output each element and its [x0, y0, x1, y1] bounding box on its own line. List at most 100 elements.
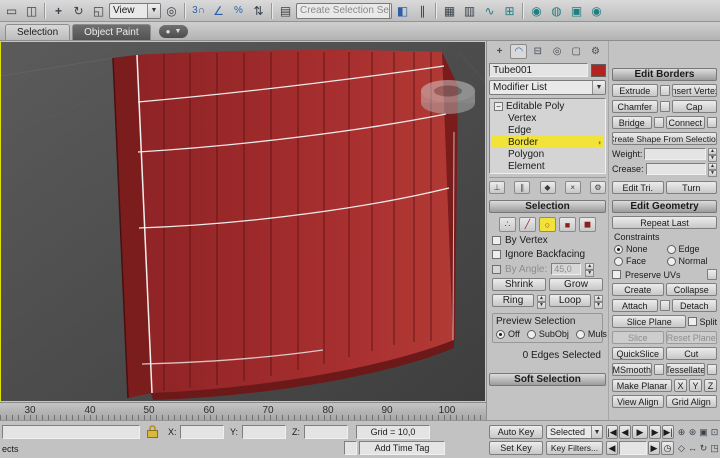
selection-rollout-header[interactable]: Selection: [489, 200, 606, 213]
object-color-swatch[interactable]: [591, 64, 606, 77]
tab-modify-icon[interactable]: ◠: [510, 44, 527, 59]
vertex-mode-icon[interactable]: ∴: [499, 217, 516, 232]
rectangular-selection-region-icon[interactable]: ▭: [2, 2, 21, 20]
previous-frame-button[interactable]: ◀: [619, 425, 631, 439]
edit-borders-rollout-header[interactable]: Edit Borders: [612, 68, 717, 81]
preview-muls-radio[interactable]: [576, 330, 585, 339]
tab-create-icon[interactable]: +: [491, 44, 508, 59]
frame-forward-button[interactable]: ▶: [648, 441, 660, 455]
configure-modifier-sets-button[interactable]: ⚙: [590, 181, 606, 194]
time-tag-icon[interactable]: [344, 441, 357, 455]
selection-set-dropdown[interactable]: Selected ▼: [546, 425, 603, 439]
tab-motion-icon[interactable]: ◎: [549, 44, 566, 59]
extrude-settings-button[interactable]: [660, 85, 670, 96]
modifier-list-caret[interactable]: ▼: [592, 81, 605, 94]
turn-button[interactable]: Turn: [666, 181, 718, 194]
select-and-move-icon[interactable]: +: [49, 2, 68, 20]
window-crossing-toggle-icon[interactable]: ◫: [22, 2, 41, 20]
show-end-result-button[interactable]: ∥: [514, 181, 530, 194]
planar-z-button[interactable]: Z: [704, 379, 717, 392]
tube-object[interactable]: [113, 50, 458, 400]
grid-align-button[interactable]: Grid Align: [666, 395, 718, 408]
selection-lock-toggle[interactable]: [146, 425, 159, 439]
ribbon-tab-selection[interactable]: Selection: [5, 24, 70, 40]
ignore-backfacing-checkbox[interactable]: [492, 250, 501, 259]
loop-button[interactable]: Loop: [549, 294, 591, 307]
select-and-scale-icon[interactable]: ◱: [89, 2, 108, 20]
key-filters-button[interactable]: Key Filters...: [546, 441, 603, 455]
track-bar[interactable]: 30 40 50 60 70 80 90 100: [0, 402, 486, 420]
pan-view-icon[interactable]: ↔: [687, 441, 698, 455]
ribbon-options-button[interactable]: ● ▼: [159, 25, 189, 38]
material-editor-icon[interactable]: ◉: [527, 2, 546, 20]
make-unique-button[interactable]: ◆: [540, 181, 556, 194]
graphite-ribbon-toggle-icon[interactable]: ▥: [460, 2, 479, 20]
stack-item-vertex[interactable]: Vertex: [491, 112, 604, 124]
stack-item-element[interactable]: Element: [491, 160, 604, 172]
planar-x-button[interactable]: X: [674, 379, 687, 392]
insert-vertex-button[interactable]: Insert Vertex: [672, 84, 718, 97]
reference-coordinate-caret[interactable]: ▼: [147, 4, 160, 18]
split-checkbox[interactable]: [688, 317, 697, 326]
stack-item-polygon[interactable]: Polygon: [491, 148, 604, 160]
ring-button[interactable]: Ring: [492, 294, 534, 307]
view-align-button[interactable]: View Align: [612, 395, 664, 408]
attach-settings-button[interactable]: [660, 300, 670, 311]
z-coord-field[interactable]: [304, 425, 348, 439]
preview-off-radio[interactable]: [496, 330, 505, 339]
x-coord-field[interactable]: [180, 425, 224, 439]
key-mode-toggle[interactable]: ◀: [606, 441, 618, 455]
tessellate-settings-button[interactable]: [707, 364, 717, 375]
detach-button[interactable]: Detach: [672, 299, 718, 312]
collapse-button[interactable]: Collapse: [666, 283, 718, 296]
by-vertex-checkbox[interactable]: [492, 236, 501, 245]
layer-manager-icon[interactable]: ▦: [440, 2, 459, 20]
zoom-extents-icon[interactable]: ▣: [698, 425, 709, 439]
extrude-button[interactable]: Extrude: [612, 84, 658, 97]
play-button[interactable]: ▶: [632, 425, 648, 439]
tab-display-icon[interactable]: ▢: [568, 44, 585, 59]
auto-key-button[interactable]: Auto Key: [489, 425, 543, 439]
shrink-button[interactable]: Shrink: [492, 278, 546, 291]
quickslice-button[interactable]: QuickSlice: [612, 347, 664, 360]
tab-utilities-icon[interactable]: ⚙: [587, 44, 604, 59]
edit-geometry-rollout-header[interactable]: Edit Geometry: [612, 200, 717, 213]
rendered-frame-window-icon[interactable]: ▣: [567, 2, 586, 20]
cut-button[interactable]: Cut: [666, 347, 718, 360]
reference-coordinate-dropdown[interactable]: View ▼: [109, 3, 161, 19]
by-angle-checkbox[interactable]: [492, 265, 501, 274]
edge-mode-icon[interactable]: ╱: [519, 217, 536, 232]
zoom-region-icon[interactable]: ⊡: [709, 425, 720, 439]
named-selection-set-caret[interactable]: ▼: [389, 4, 392, 18]
schematic-view-icon[interactable]: ⊞: [500, 2, 519, 20]
zoom-all-icon[interactable]: ⊛: [687, 425, 698, 439]
snap-toggle-icon[interactable]: 3∩: [189, 2, 208, 20]
loop-spinner[interactable]: ▲▼: [594, 295, 603, 307]
ribbon-tab-object-paint[interactable]: Object Paint: [72, 24, 150, 40]
msmooth-settings-button[interactable]: [654, 364, 664, 375]
msmooth-button[interactable]: MSmooth: [612, 363, 652, 376]
set-key-button[interactable]: Set Key: [489, 441, 543, 455]
preserve-uvs-checkbox[interactable]: [612, 270, 621, 279]
add-time-tag-button[interactable]: Add Time Tag: [359, 441, 445, 455]
connect-settings-button[interactable]: [707, 117, 717, 128]
go-to-end-button[interactable]: ▶|: [662, 425, 674, 439]
slice-plane-button[interactable]: Slice Plane: [612, 315, 686, 328]
maximize-viewport-toggle-icon[interactable]: ◳: [709, 441, 720, 455]
next-frame-button[interactable]: ▶: [649, 425, 661, 439]
constraint-normal-radio[interactable]: [667, 257, 676, 266]
crease-field[interactable]: [646, 163, 706, 175]
render-setup-icon[interactable]: ◍: [547, 2, 566, 20]
grow-button[interactable]: Grow: [549, 278, 603, 291]
slice-button[interactable]: Slice: [612, 331, 664, 344]
edit-tri-button[interactable]: Edit Tri.: [612, 181, 664, 194]
field-of-view-icon[interactable]: ◇: [676, 441, 687, 455]
curve-editor-icon[interactable]: ∿: [480, 2, 499, 20]
preserve-uvs-settings-button[interactable]: [707, 269, 717, 280]
attach-button[interactable]: Attach: [612, 299, 658, 312]
polygon-mode-icon[interactable]: ■: [559, 217, 576, 232]
chamfer-settings-button[interactable]: [660, 101, 670, 112]
y-coord-field[interactable]: [242, 425, 286, 439]
expand-icon[interactable]: −: [494, 102, 503, 111]
orbit-icon[interactable]: ↻: [698, 441, 709, 455]
